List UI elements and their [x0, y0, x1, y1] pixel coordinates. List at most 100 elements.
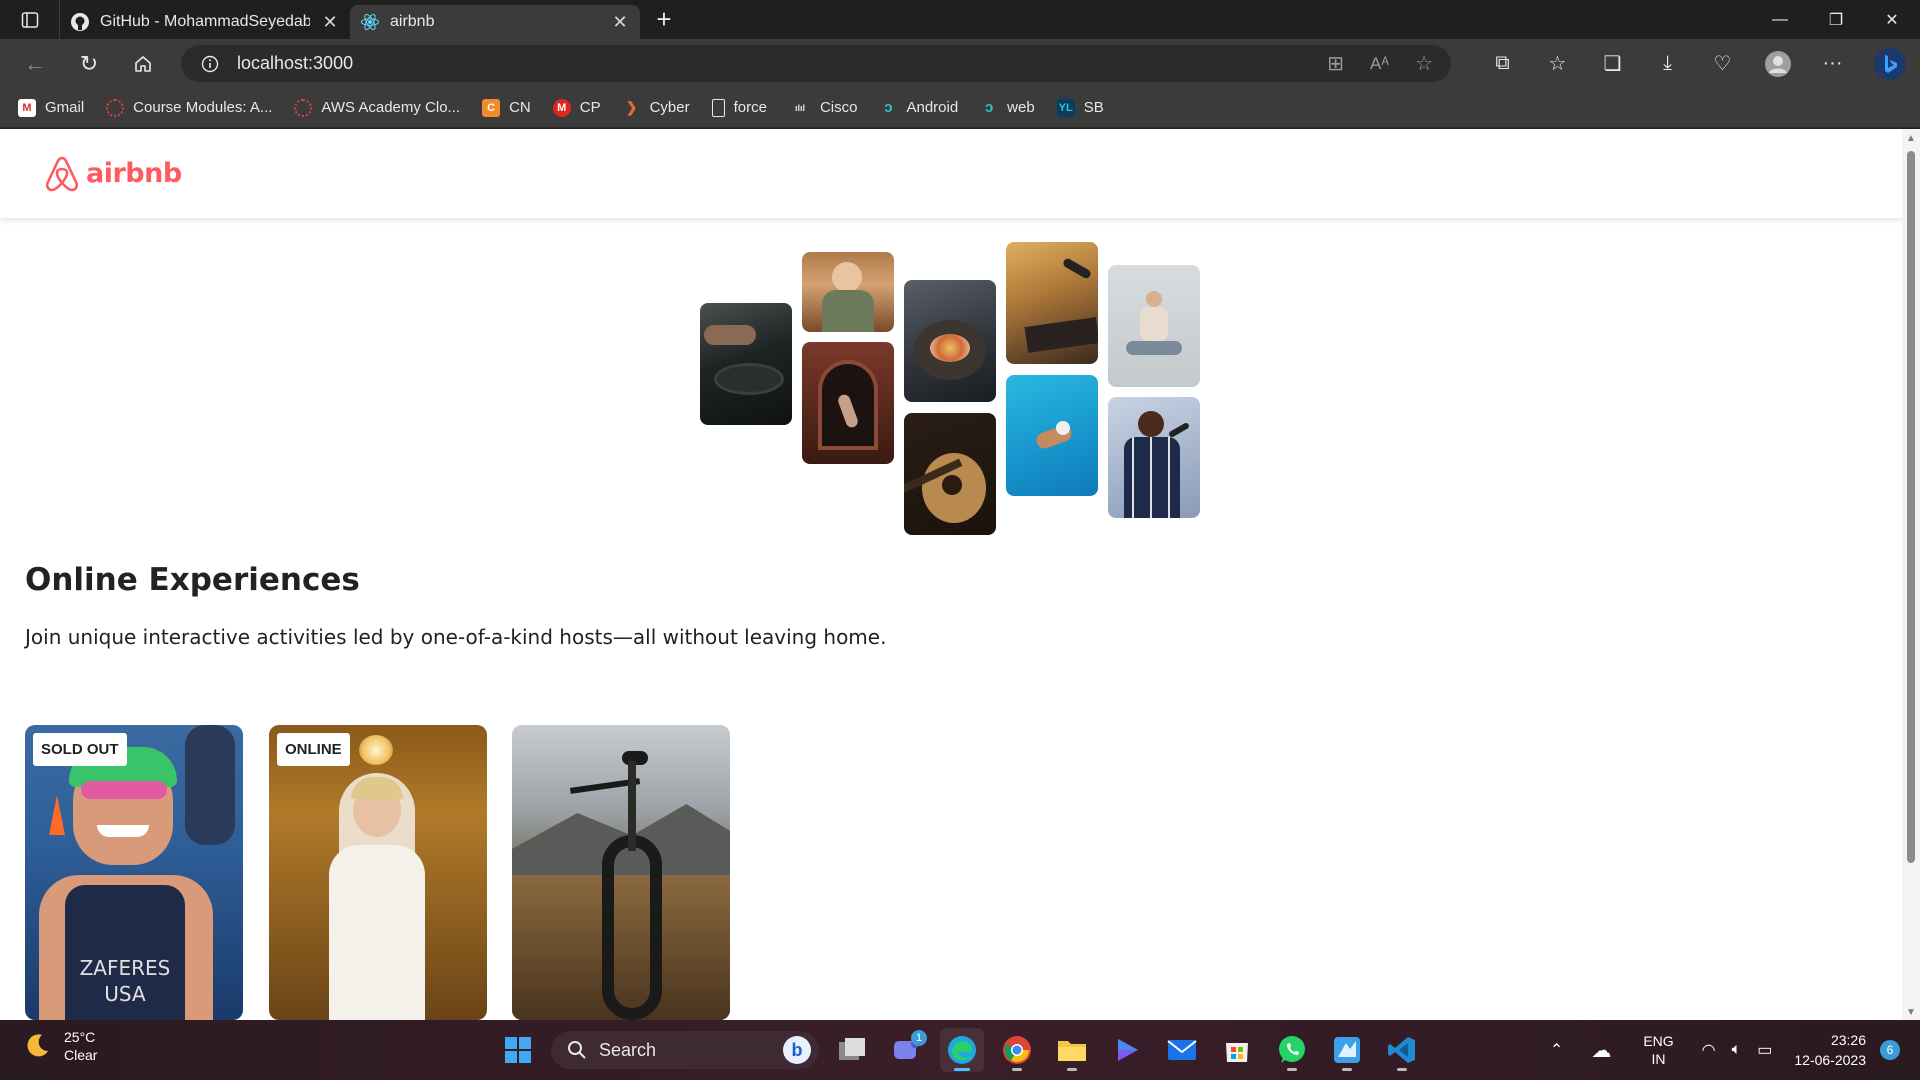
favorite-web[interactable]: ↄ web: [980, 99, 1035, 117]
favorites-bar: M Gmail Course Modules: A... AWS Academy…: [0, 88, 1920, 128]
cyber-icon: ❯: [625, 99, 638, 115]
app-available-icon[interactable]: ⊞: [1327, 51, 1344, 76]
favorite-label: web: [1007, 99, 1035, 116]
browser-essentials-button[interactable]: ♡: [1695, 51, 1750, 76]
favorite-cp[interactable]: M CP: [552, 98, 601, 117]
downloads-button[interactable]: ⤓: [1640, 52, 1695, 75]
store-button[interactable]: [1215, 1028, 1259, 1072]
clock[interactable]: 23:26 12-06-2023: [1794, 1030, 1866, 1070]
experience-card[interactable]: ZAFERES USA SOLD OUT: [25, 725, 243, 1020]
back-button[interactable]: ←: [8, 44, 62, 84]
favorite-force[interactable]: force: [711, 98, 767, 117]
new-tab-button[interactable]: +: [644, 3, 684, 37]
vscode-button[interactable]: [1380, 1028, 1424, 1072]
tab-actions-button[interactable]: [0, 0, 60, 39]
media-player-button[interactable]: [1105, 1028, 1149, 1072]
edge-button[interactable]: [940, 1028, 984, 1072]
favorite-gmail[interactable]: M Gmail: [18, 98, 85, 117]
experience-card[interactable]: [512, 725, 730, 1020]
extensions-button[interactable]: ⧉: [1475, 52, 1530, 75]
collections-button[interactable]: ❏: [1585, 51, 1640, 76]
azure-data-studio-icon: [1334, 1037, 1360, 1063]
status-badge: ONLINE: [277, 733, 350, 766]
tab-airbnb[interactable]: airbnb ✕: [350, 5, 640, 39]
close-icon[interactable]: ✕: [320, 12, 340, 33]
scrollbar-thumb[interactable]: [1907, 151, 1915, 863]
tab-github[interactable]: GitHub - MohammadSeyedabadi ✕: [60, 5, 350, 39]
dancer-doorway-photo: [802, 342, 894, 464]
chrome-button[interactable]: [995, 1028, 1039, 1072]
minimize-button[interactable]: —: [1752, 0, 1808, 39]
gmail-icon: M: [18, 98, 36, 117]
scroll-up-icon[interactable]: ▲: [1906, 133, 1916, 144]
weather-widget[interactable]: 25°C Clear: [22, 1028, 97, 1064]
back-arrow-icon: ←: [24, 50, 46, 76]
refresh-button[interactable]: ↻: [62, 44, 116, 84]
taskbar-search[interactable]: Search b: [551, 1031, 819, 1069]
favorite-cyber[interactable]: ❯ Cyber: [623, 99, 690, 117]
onedrive-cloud-icon[interactable]: ☁: [1591, 1038, 1611, 1063]
file-explorer-button[interactable]: [1050, 1028, 1094, 1072]
chevron-up-icon[interactable]: ⌃: [1550, 1040, 1563, 1060]
favorite-aws-academy[interactable]: AWS Academy Clo...: [294, 98, 460, 117]
read-aloud-icon[interactable]: Aᴬ: [1370, 54, 1389, 74]
azure-data-studio-button[interactable]: [1325, 1028, 1369, 1072]
chrome-icon: [1003, 1036, 1031, 1064]
guitar-photo: [904, 413, 996, 535]
site-info-icon[interactable]: [201, 55, 219, 73]
mail-button[interactable]: [1160, 1028, 1204, 1072]
favorites-button[interactable]: ☆: [1530, 51, 1585, 76]
mail-icon: [1167, 1040, 1197, 1060]
taskbar-apps: Search b 1: [496, 1026, 1424, 1074]
wifi-icon[interactable]: ◠: [1702, 1040, 1716, 1060]
task-view-button[interactable]: [830, 1028, 874, 1072]
system-tray: ⌃ ☁ ENG IN ◠ 🔈︎ ▭ 23:26 12-06-2023 6: [1542, 1020, 1920, 1080]
notification-center-badge[interactable]: 6: [1880, 1040, 1900, 1060]
favorite-label: Cyber: [649, 99, 690, 116]
favorite-cn[interactable]: C CN: [482, 98, 531, 117]
close-window-button[interactable]: ✕: [1864, 0, 1920, 39]
favorite-label: Gmail: [45, 99, 85, 116]
language-indicator[interactable]: ENG IN: [1643, 1032, 1673, 1068]
settings-menu-button[interactable]: ···: [1805, 52, 1860, 75]
weather-desc: Clear: [64, 1047, 98, 1063]
favorite-sb[interactable]: YL SB: [1056, 98, 1104, 117]
home-button[interactable]: [116, 44, 170, 84]
favorite-star-icon[interactable]: ☆: [1415, 51, 1433, 76]
cn-icon: C: [482, 98, 501, 117]
window-controls: — ❐ ✕: [1752, 0, 1920, 39]
edge-icon: [948, 1036, 976, 1064]
browser-toolbar: ← ↻ localhost:3000 ⊞ Aᴬ ☆ ⧉ ☆ ❏ ⤓ ♡ ···: [0, 39, 1920, 88]
start-button[interactable]: [496, 1028, 540, 1072]
favorites-icon: ☆: [1548, 53, 1567, 75]
favorite-label: force: [733, 99, 767, 116]
favorite-course-modules[interactable]: Course Modules: A...: [106, 98, 272, 117]
airbnb-logo[interactable]: airbnb: [44, 155, 182, 193]
favorite-label: SB: [1083, 99, 1104, 116]
scroll-down-icon[interactable]: ▼: [1906, 1007, 1916, 1018]
canvas-icon: [106, 98, 125, 117]
download-icon: ⤓: [1663, 52, 1672, 74]
running-app-indicator: [1067, 1068, 1077, 1071]
favorite-label: CP: [579, 99, 601, 116]
swimmer-photo: ZAFERES USA: [25, 725, 243, 1020]
favorite-cisco[interactable]: ılıl Cisco: [789, 99, 858, 117]
battery-icon[interactable]: ▭: [1757, 1040, 1772, 1060]
experience-card[interactable]: ONLINE: [269, 725, 487, 1020]
close-icon[interactable]: ✕: [610, 12, 630, 33]
page-scrollbar[interactable]: ▲ ▼: [1902, 129, 1920, 1020]
profile-button[interactable]: [1750, 50, 1805, 78]
tab-title: airbnb: [390, 13, 435, 30]
woman-kitchen-photo: [802, 252, 894, 332]
whatsapp-button[interactable]: [1270, 1028, 1314, 1072]
favorite-android[interactable]: ↄ Android: [879, 99, 958, 117]
address-bar[interactable]: localhost:3000 ⊞ Aᴬ ☆: [181, 45, 1451, 82]
running-app-indicator: [1287, 1068, 1297, 1071]
weather-temp: 25°C: [64, 1029, 96, 1045]
teams-chat-button[interactable]: 1: [885, 1028, 929, 1072]
bing-copilot-button[interactable]: [1860, 47, 1920, 81]
tab-title: GitHub - MohammadSeyedabadi: [100, 13, 310, 30]
restore-button[interactable]: ❐: [1808, 0, 1864, 39]
volume-icon[interactable]: 🔈︎: [1732, 1041, 1742, 1059]
food-bowl-photo: [904, 280, 996, 402]
